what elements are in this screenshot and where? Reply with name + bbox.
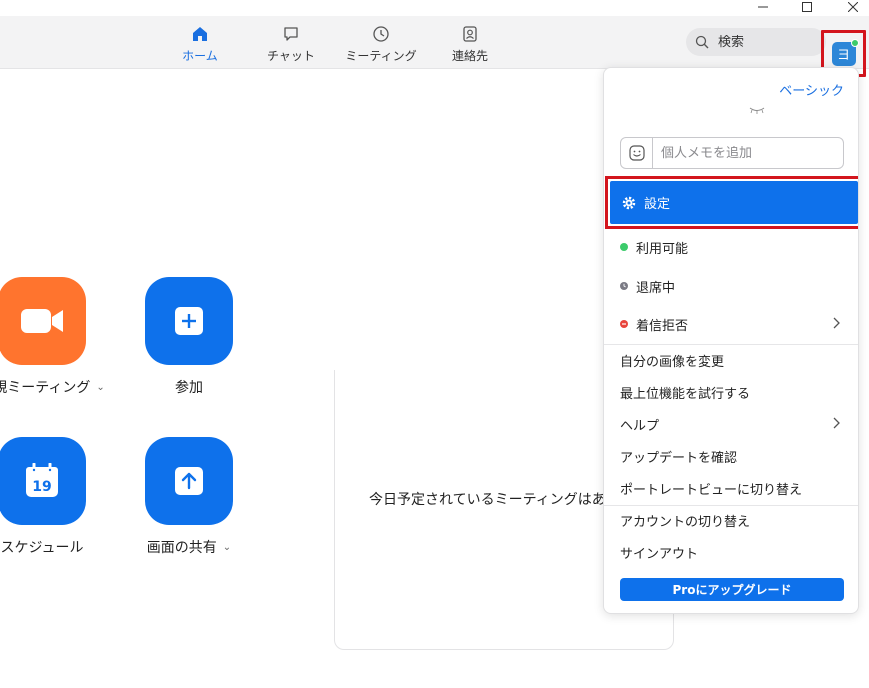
- status-away-label: 退席中: [636, 280, 676, 296]
- gear-icon: [622, 196, 636, 209]
- share-screen-button[interactable]: [145, 437, 233, 525]
- search-box[interactable]: [686, 28, 826, 56]
- settings-menu-item[interactable]: 設定: [610, 181, 858, 224]
- personal-note-field[interactable]: [620, 137, 844, 169]
- sign-out-label: サインアウト: [620, 546, 699, 562]
- top-nav: ホーム チャット ミーティング 連絡先 検索 ヨ: [0, 16, 869, 77]
- tab-home-label: ホーム: [182, 49, 218, 63]
- share-screen-label: 画面の共有: [146, 540, 217, 556]
- dnd-status-icon: [620, 320, 628, 328]
- presence-dot: [850, 38, 859, 47]
- maximize-icon: [802, 2, 812, 12]
- join-button[interactable]: [145, 277, 233, 365]
- portrait-view-item[interactable]: ポートレートビューに切り替え: [604, 473, 858, 503]
- schedule-action[interactable]: 19 スケジュール: [0, 437, 102, 557]
- check-updates-item[interactable]: アップデートを確認: [604, 441, 858, 471]
- contacts-icon: [460, 24, 480, 44]
- change-picture-item[interactable]: 自分の画像を変更: [604, 345, 858, 375]
- home-icon: [190, 24, 210, 44]
- status-away[interactable]: 退席中: [604, 271, 858, 301]
- tab-chat-label: チャット: [267, 49, 315, 63]
- share-up-arrow-icon: [175, 467, 203, 495]
- join-action[interactable]: 参加: [129, 277, 249, 397]
- status-dnd-label: 着信拒否: [636, 318, 689, 334]
- emoji-button[interactable]: [621, 138, 653, 168]
- profile-menu: ベーシック 設: [603, 67, 859, 614]
- search-icon: [694, 34, 710, 50]
- avatar[interactable]: ヨ: [831, 38, 859, 66]
- plan-label: ベーシック: [779, 84, 844, 99]
- tab-chat[interactable]: チャット: [256, 24, 326, 66]
- try-top-features-label: 最上位機能を試行する: [620, 386, 751, 402]
- new-meeting-action[interactable]: 新規ミーティング ⌄: [0, 277, 105, 397]
- avatar-initial: ヨ: [836, 48, 850, 63]
- profile-name-redacted: [749, 107, 765, 114]
- chevron-right-icon: [833, 317, 840, 329]
- chat-icon: [281, 24, 301, 44]
- tab-contacts-label: 連絡先: [451, 49, 488, 63]
- schedule-button[interactable]: 19: [0, 437, 86, 525]
- calendar-icon: 19: [26, 463, 58, 497]
- calendar-day: 19: [32, 479, 51, 495]
- plus-icon: [175, 307, 203, 335]
- schedule-label: スケジュール: [0, 540, 84, 556]
- change-picture-label: 自分の画像を変更: [620, 354, 725, 370]
- portrait-view-label: ポートレートビューに切り替え: [620, 482, 803, 498]
- no-meetings-text: 今日予定されているミーティングはありま: [369, 492, 634, 508]
- close-button[interactable]: [842, 0, 864, 14]
- search-input[interactable]: [718, 34, 818, 50]
- status-available[interactable]: 利用可能: [604, 232, 858, 262]
- chevron-down-icon[interactable]: ⌄: [96, 382, 104, 393]
- chevron-down-icon[interactable]: ⌄: [223, 542, 231, 553]
- tab-home[interactable]: ホーム: [165, 24, 235, 66]
- chevron-right-icon: [833, 417, 840, 429]
- join-label: 参加: [175, 380, 203, 396]
- help-item[interactable]: ヘルプ: [604, 409, 858, 439]
- new-meeting-button[interactable]: [0, 277, 86, 365]
- tab-meetings[interactable]: ミーティング: [345, 24, 417, 66]
- tab-meetings-label: ミーティング: [345, 49, 417, 63]
- settings-highlight: 設定: [605, 176, 858, 229]
- close-icon: [848, 2, 858, 12]
- maximize-button[interactable]: [796, 0, 818, 14]
- settings-label: 設定: [644, 197, 671, 212]
- status-do-not-disturb[interactable]: 着信拒否: [604, 309, 858, 339]
- video-camera-icon: [21, 309, 63, 333]
- smiley-icon: [628, 145, 645, 161]
- clock-icon: [371, 24, 391, 44]
- switch-account-item[interactable]: アカウントの切り替え: [604, 505, 858, 535]
- tab-contacts[interactable]: 連絡先: [435, 24, 505, 66]
- help-label: ヘルプ: [620, 418, 660, 434]
- personal-note-input[interactable]: [653, 145, 833, 161]
- try-top-features-item[interactable]: 最上位機能を試行する: [604, 377, 858, 407]
- status-available-label: 利用可能: [636, 241, 689, 257]
- check-updates-label: アップデートを確認: [620, 450, 738, 466]
- available-status-dot: [620, 243, 628, 251]
- minimize-button[interactable]: [752, 0, 774, 14]
- switch-account-label: アカウントの切り替え: [620, 514, 751, 530]
- title-bar: [0, 0, 869, 16]
- sign-out-item[interactable]: サインアウト: [604, 537, 858, 567]
- zoom-app: ホーム チャット ミーティング 連絡先 検索 ヨ 規ミーティング ⌄ 参加 19…: [0, 0, 869, 688]
- share-screen-action[interactable]: 画面の共有 ⌄: [129, 437, 249, 557]
- minimize-icon: [758, 6, 768, 8]
- new-meeting-label: 新規ミーティング: [0, 380, 91, 396]
- upgrade-to-pro-button[interactable]: Proにアップグレード: [620, 578, 844, 601]
- away-clock-icon: [620, 282, 628, 290]
